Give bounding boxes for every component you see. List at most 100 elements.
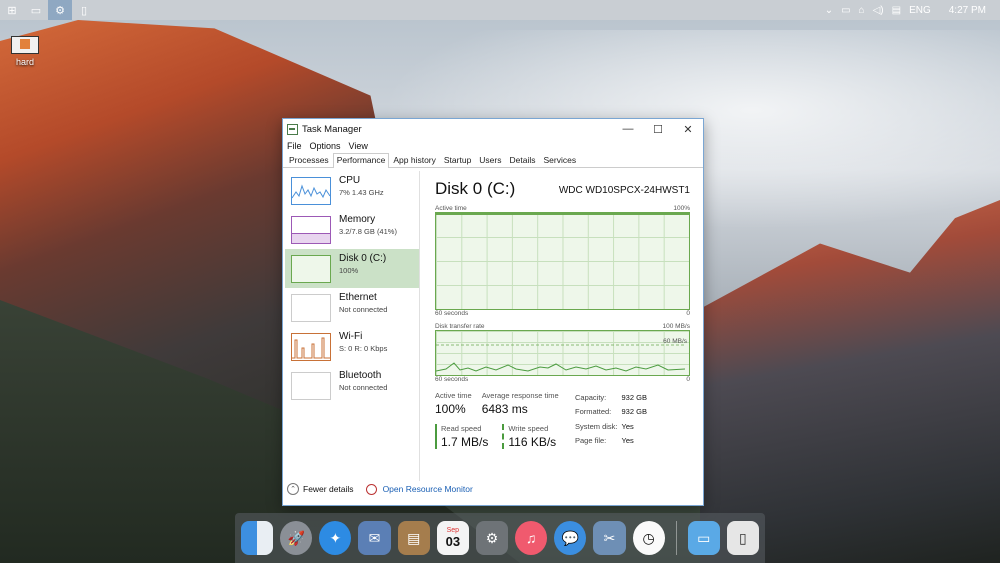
- system-preferences-icon[interactable]: ⚙: [475, 521, 509, 555]
- sidebar-item-label: Ethernet: [339, 292, 377, 303]
- messages-icon[interactable]: 💬: [554, 521, 587, 555]
- resource-sidebar: CPU 7% 1.43 GHz Memory 3.2/7.8 GB (41%) …: [285, 171, 420, 481]
- response-time-value: 6483 ms: [481, 402, 528, 416]
- tab-performance[interactable]: Performance: [332, 153, 390, 168]
- tab-services[interactable]: Services: [539, 153, 580, 167]
- menu-options[interactable]: Options: [310, 141, 341, 151]
- sidebar-item-sub: 3.2/7.8 GB (41%): [339, 227, 397, 236]
- disk-detail-panel: Disk 0 (C:) WDC WD10SPCX-24HWST1 Active …: [435, 179, 690, 449]
- response-time-label: Average response time: [481, 391, 559, 400]
- minimize-button[interactable]: —: [613, 119, 643, 139]
- read-speed-label: Read speed: [441, 424, 482, 433]
- prop-key: Page file:: [575, 436, 607, 446]
- menu-view[interactable]: View: [349, 141, 368, 151]
- ethernet-thumbnail: [291, 294, 331, 322]
- task-view-button[interactable]: ▭: [24, 0, 48, 20]
- prop-value: 932 GB: [621, 407, 647, 417]
- sidebar-item-label: CPU: [339, 175, 361, 186]
- volume-icon[interactable]: ◁): [873, 5, 884, 16]
- sidebar-item-sub: Not connected: [339, 305, 388, 314]
- music-icon[interactable]: ♫: [515, 521, 548, 555]
- resource-monitor-icon: [365, 483, 377, 495]
- task-manager-icon: [287, 123, 298, 135]
- chevron-up-icon[interactable]: ⌃: [287, 483, 299, 495]
- contacts-icon[interactable]: ▤: [397, 521, 430, 555]
- network-icon[interactable]: ⌂: [859, 5, 865, 16]
- write-speed-value: 116 KB/s: [508, 435, 557, 449]
- sidebar-item-cpu[interactable]: CPU 7% 1.43 GHz: [285, 171, 419, 210]
- battery-icon[interactable]: ▭: [841, 5, 850, 16]
- prop-key: Formatted:: [575, 407, 612, 417]
- sidebar-item-ethernet[interactable]: Ethernet Not connected: [285, 288, 419, 327]
- sidebar-item-label: Disk 0 (C:): [339, 253, 387, 264]
- graph-zero-label: 0: [686, 310, 690, 317]
- disk-properties: Capacity: 932 GB Formatted: 932 GB System …: [575, 391, 651, 449]
- mail-icon[interactable]: ✉: [358, 521, 391, 555]
- title-bar: Task Manager — ☐ ✕: [283, 119, 703, 139]
- chevron-up-icon[interactable]: ⌄: [825, 5, 833, 16]
- window-title: Task Manager: [302, 123, 362, 135]
- folder-icon[interactable]: ▭: [687, 521, 720, 555]
- trash-icon[interactable]: ▯: [726, 521, 759, 555]
- prop-key: Capacity:: [575, 392, 607, 402]
- graph-time-label: 60 seconds: [435, 376, 469, 383]
- clock-icon[interactable]: ◷: [632, 521, 665, 555]
- message-icon[interactable]: ▤: [892, 5, 901, 16]
- disk-model: WDC WD10SPCX-24HWST1: [558, 185, 690, 196]
- finder-icon[interactable]: [241, 521, 274, 555]
- start-button[interactable]: ⊞: [0, 0, 24, 20]
- sidebar-item-label: Memory: [339, 214, 376, 225]
- cpu-thumbnail: [291, 177, 331, 205]
- dock-separator: [675, 521, 677, 555]
- close-button[interactable]: ✕: [673, 119, 703, 139]
- dock: 🚀 ✦ ✉ ▤ Sep 03 ⚙ ♫ 💬 ✂ ◷ ▭ ▯: [235, 513, 765, 563]
- taskbar-file-icon[interactable]: ▯: [72, 0, 96, 20]
- safari-icon[interactable]: ✦: [319, 521, 352, 555]
- sidebar-item-sub: 100%: [339, 266, 359, 275]
- window-footer: ⌃ Fewer details Open Resource Monitor: [287, 483, 473, 495]
- bluetooth-thumbnail: [291, 372, 331, 400]
- tab-details[interactable]: Details: [506, 153, 540, 167]
- open-resource-monitor-link[interactable]: Open Resource Monitor: [383, 484, 473, 494]
- tab-processes[interactable]: Processes: [285, 153, 333, 167]
- write-speed-label: Write speed: [508, 424, 549, 433]
- taskbar-task-manager[interactable]: ⚙: [48, 0, 72, 20]
- sidebar-item-wifi[interactable]: Wi-Fi S: 0 R: 0 Kbps: [285, 327, 419, 366]
- sidebar-item-disk[interactable]: Disk 0 (C:) 100%: [285, 249, 419, 288]
- calendar-day: 03: [445, 534, 461, 549]
- calendar-icon[interactable]: Sep 03: [436, 521, 469, 555]
- sidebar-item-bluetooth[interactable]: Bluetooth Not connected: [285, 366, 419, 405]
- graph-max-label: 100%: [673, 205, 690, 212]
- maximize-button[interactable]: ☐: [643, 119, 673, 139]
- wifi-thumbnail: [291, 333, 331, 361]
- menu-bar: File Options View: [283, 139, 703, 153]
- clock[interactable]: 4:27 PM: [949, 5, 986, 16]
- active-time-label: Active time: [435, 391, 472, 400]
- tab-startup[interactable]: Startup: [440, 153, 475, 167]
- sidebar-item-sub: Not connected: [339, 383, 388, 392]
- tab-users[interactable]: Users: [475, 153, 505, 167]
- system-tray: ⌄ ▭ ⌂ ◁) ▤ ENG 4:27 PM: [825, 5, 1000, 16]
- graph-label: Disk transfer rate: [435, 323, 485, 330]
- task-manager-window: Task Manager — ☐ ✕ File Options View Pro…: [282, 118, 704, 506]
- active-time-graph: [435, 212, 690, 310]
- tab-bar: Processes Performance App history Startu…: [283, 153, 703, 168]
- desktop-icon-label: hard: [15, 57, 34, 67]
- tab-app-history[interactable]: App history: [389, 153, 440, 167]
- taskbar: ⊞ ▭ ⚙ ▯ ⌄ ▭ ⌂ ◁) ▤ ENG 4:27 PM: [0, 0, 1000, 20]
- graph-time-label: 60 seconds: [435, 310, 469, 317]
- graph-zero-label: 0: [686, 376, 690, 383]
- menu-file[interactable]: File: [287, 141, 302, 151]
- sidebar-item-sub: S: 0 R: 0 Kbps: [339, 344, 388, 353]
- fewer-details-link[interactable]: Fewer details: [303, 484, 354, 494]
- active-time-value: 100%: [435, 402, 466, 416]
- sidebar-item-label: Wi-Fi: [339, 331, 363, 342]
- language-indicator[interactable]: ENG: [909, 5, 931, 16]
- sidebar-item-sub: 7% 1.43 GHz: [339, 188, 384, 197]
- scissors-icon[interactable]: ✂: [593, 521, 626, 555]
- calendar-month: Sep: [446, 527, 460, 534]
- prop-value: 932 GB: [621, 392, 647, 402]
- desktop-icon-hard[interactable]: hard: [8, 36, 42, 67]
- sidebar-item-memory[interactable]: Memory 3.2/7.8 GB (41%): [285, 210, 419, 249]
- launchpad-icon[interactable]: 🚀: [280, 521, 313, 555]
